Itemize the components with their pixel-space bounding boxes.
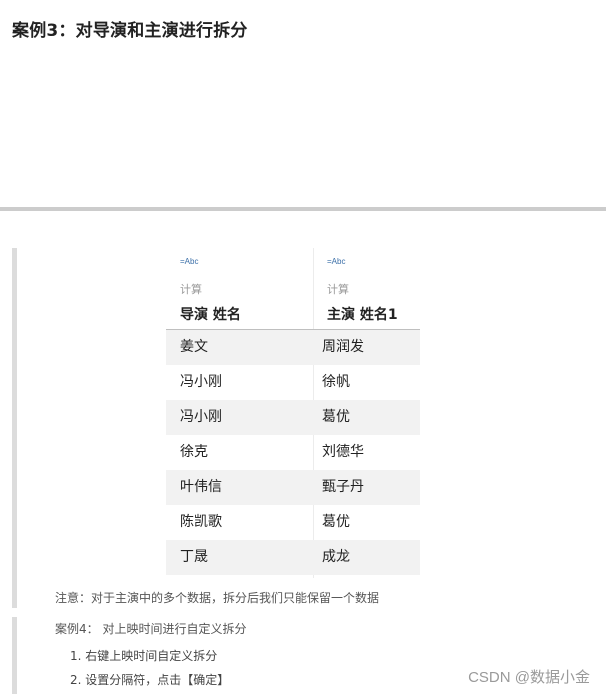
column-header-director: =Abc 计算 导演 姓名 [166, 248, 293, 330]
table-cell: 徐克 [180, 444, 208, 460]
table-cell: 周润发 [322, 339, 364, 355]
calc-label: 计算 [327, 283, 349, 296]
table-row: 姜文 周润发 [166, 330, 420, 365]
data-table: =Abc 计算 导演 姓名 =Abc 计算 主演 姓名1 姜文 周润发 冯小刚 … [166, 248, 420, 578]
table-body: 姜文 周润发 冯小刚 徐帆 冯小刚 葛优 徐克 刘德华 叶伟信 甄子丹 陈凯歌 … [166, 330, 420, 575]
table-cell: 冯小刚 [180, 374, 222, 390]
field-name: 主演 姓名1 [327, 307, 398, 323]
table-cell: 成龙 [322, 549, 350, 565]
table-cell: 丁晟 [180, 549, 208, 565]
note-text: 注意：对于主演中的多个数据，拆分后我们只能保留一个数据 [55, 591, 380, 605]
list-item: 1. 右键上映时间自定义拆分 [70, 649, 218, 663]
table-row: 冯小刚 葛优 [166, 400, 420, 435]
calc-label: 计算 [180, 283, 202, 296]
table-row: 陈凯歌 葛优 [166, 505, 420, 540]
table-cell: 冯小刚 [180, 409, 222, 425]
column-header-lead-actor: =Abc 计算 主演 姓名1 [313, 248, 440, 330]
steps-list: 1. 右键上映时间自定义拆分 2. 设置分隔符，点击【确定】 [70, 648, 229, 694]
table-cell: 陈凯歌 [180, 514, 222, 530]
horizontal-divider [0, 207, 606, 211]
blockquote-bar [12, 248, 17, 608]
field-name: 导演 姓名 [180, 307, 241, 323]
table-cell: 叶伟信 [180, 479, 222, 495]
case4-text: 案例4： 对上映时间进行自定义拆分 [55, 622, 247, 636]
watermark: CSDN @数据小金 [468, 669, 590, 686]
table-cell: 刘德华 [322, 444, 364, 460]
table-row: 冯小刚 徐帆 [166, 365, 420, 400]
page: 案例3：对导演和主演进行拆分 =Abc 计算 导演 姓名 =Abc 计算 主演 … [0, 0, 606, 694]
list-item: 2. 设置分隔符，点击【确定】 [70, 673, 230, 687]
string-type-icon: =Abc [327, 257, 346, 266]
table-row: 徐克 刘德华 [166, 435, 420, 470]
table-cell: 徐帆 [322, 374, 350, 390]
table-cell: 葛优 [322, 409, 350, 425]
table-header: =Abc 计算 导演 姓名 =Abc 计算 主演 姓名1 [166, 248, 420, 330]
table-cell: 甄子丹 [322, 479, 364, 495]
table-row: 丁晟 成龙 [166, 540, 420, 575]
table-cell: 姜文 [180, 339, 208, 355]
table-cell: 葛优 [322, 514, 350, 530]
string-type-icon: =Abc [180, 257, 199, 266]
table-row: 叶伟信 甄子丹 [166, 470, 420, 505]
blockquote-bar [12, 617, 17, 694]
section-heading: 案例3：对导演和主演进行拆分 [12, 21, 248, 41]
